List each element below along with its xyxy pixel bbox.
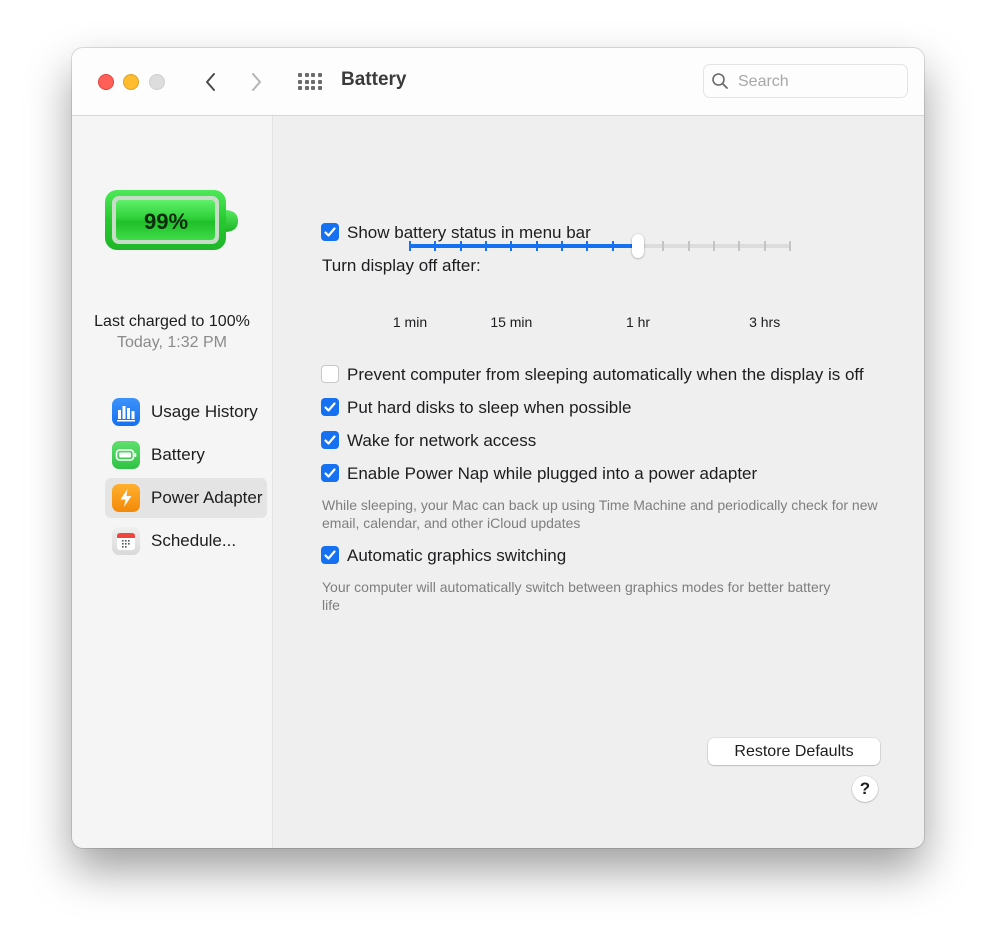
- last-charged-label: Last charged to 100%: [94, 313, 250, 330]
- slider-tick: [586, 241, 589, 251]
- wake-network-label: Wake for network access: [347, 431, 537, 450]
- sidebar: 99% Last charged to 100% Today, 1:32 PM …: [72, 116, 273, 848]
- power-adapter-icon: [112, 484, 140, 512]
- sidebar-item-label: Usage History: [151, 402, 258, 421]
- slider-tick: [561, 241, 563, 251]
- title-bar: Battery: [72, 48, 924, 116]
- slider-tick: [535, 241, 538, 251]
- sidebar-item-label: Schedule...: [151, 531, 237, 550]
- zoom-button[interactable]: [149, 74, 165, 90]
- graphics-switching-checkbox[interactable]: [321, 546, 339, 564]
- slider-tick: [459, 241, 462, 251]
- battery-percentage: 99%: [143, 209, 189, 234]
- battery-icon: [112, 441, 140, 469]
- search-input[interactable]: [736, 69, 900, 95]
- sidebar-item-label: Power Adapter: [151, 488, 263, 507]
- graphics-switching-description: Your computer will automatically switch …: [322, 579, 831, 613]
- grid-dot: [311, 73, 315, 77]
- slider-tick: [409, 241, 411, 251]
- slider-tick: [485, 241, 487, 251]
- slider-tick: [687, 241, 690, 251]
- power-adapter-pane: Show battery status in menu bar Turn dis…: [273, 116, 924, 848]
- battery-level-icon: 99%: [104, 184, 240, 250]
- slider-tick: [662, 241, 665, 251]
- disk-sleep-label: Put hard disks to sleep when possible: [347, 398, 632, 417]
- grid-dot: [304, 86, 309, 90]
- checkmark-icon: [324, 550, 336, 560]
- window-title: Battery: [341, 69, 407, 90]
- sidebar-item-power-adapter[interactable]: Power Adapter: [105, 478, 267, 518]
- slider-tick-label: 1 min: [392, 314, 428, 330]
- grid-dot: [304, 79, 309, 84]
- search-field[interactable]: [703, 64, 908, 98]
- power-nap-label: Enable Power Nap while plugged into a po…: [347, 464, 758, 483]
- grid-dot: [311, 86, 315, 90]
- wake-network-checkbox[interactable]: [321, 431, 339, 449]
- display-off-label: Turn display off after:: [322, 256, 481, 275]
- grid-dot: [317, 79, 322, 84]
- power-nap-checkbox[interactable]: [321, 464, 339, 482]
- graphics-switching-label: Automatic graphics switching: [347, 546, 567, 565]
- forward-button[interactable]: [244, 68, 268, 96]
- slider-tick: [738, 241, 741, 251]
- chevron-right-icon: [252, 73, 261, 91]
- close-button[interactable]: [98, 74, 114, 90]
- sidebar-item-usage-history[interactable]: Usage History: [105, 392, 267, 432]
- slider-tick: [434, 241, 437, 251]
- show-battery-status-checkbox[interactable]: [321, 223, 339, 241]
- slider-tick: [510, 241, 513, 251]
- power-nap-description: While sleeping, your Mac can back up usi…: [322, 497, 878, 531]
- usage-history-icon: [112, 398, 140, 426]
- battery-preferences-window: Battery Search 99% Last charged to 100% …: [72, 48, 924, 848]
- checkmark-icon: [324, 402, 336, 412]
- help-button[interactable]: ?: [852, 776, 878, 802]
- grid-dot: [317, 86, 322, 90]
- slider-tick: [763, 241, 766, 251]
- grid-dot: [304, 73, 309, 77]
- sidebar-item-battery[interactable]: Battery: [105, 435, 267, 475]
- slider-tick: [713, 241, 715, 251]
- slider-tick: [789, 241, 791, 251]
- chevron-left-icon: [206, 73, 215, 91]
- grid-dot: [298, 79, 302, 84]
- display-off-slider[interactable]: [409, 234, 791, 258]
- slider-tick-label: 3 hrs: [749, 314, 781, 330]
- disk-sleep-checkbox[interactable]: [321, 398, 339, 416]
- slider-tick-label: 15 min: [490, 314, 533, 330]
- minimize-button[interactable]: [123, 74, 139, 90]
- checkmark-icon: [324, 435, 336, 445]
- slider-thumb[interactable]: [632, 234, 644, 258]
- restore-defaults-button[interactable]: Restore Defaults: [708, 738, 880, 765]
- show-battery-status-label: Show battery status in menu bar: [347, 223, 591, 242]
- sidebar-item-label: Battery: [151, 445, 205, 464]
- prevent-sleep-label: Prevent computer from sleeping automatic…: [347, 365, 864, 384]
- schedule-icon: [112, 527, 140, 555]
- grid-dot: [298, 86, 302, 90]
- checkmark-icon: [324, 227, 336, 237]
- slider-tick: [611, 241, 614, 251]
- grid-dot: [298, 73, 302, 77]
- checkmark-icon: [324, 468, 336, 478]
- back-button[interactable]: [199, 68, 223, 96]
- slider-tick-label: 1 hr: [625, 314, 651, 330]
- slider-fill: [410, 244, 638, 248]
- sidebar-item-schedule[interactable]: Schedule...: [105, 521, 267, 561]
- search-icon: [712, 73, 728, 89]
- show-all-grid-icon[interactable]: [298, 72, 322, 92]
- grid-dot: [317, 73, 322, 77]
- prevent-sleep-checkbox[interactable]: [321, 365, 339, 383]
- last-charged-time: Today, 1:32 PM: [117, 334, 227, 351]
- grid-dot: [311, 79, 315, 84]
